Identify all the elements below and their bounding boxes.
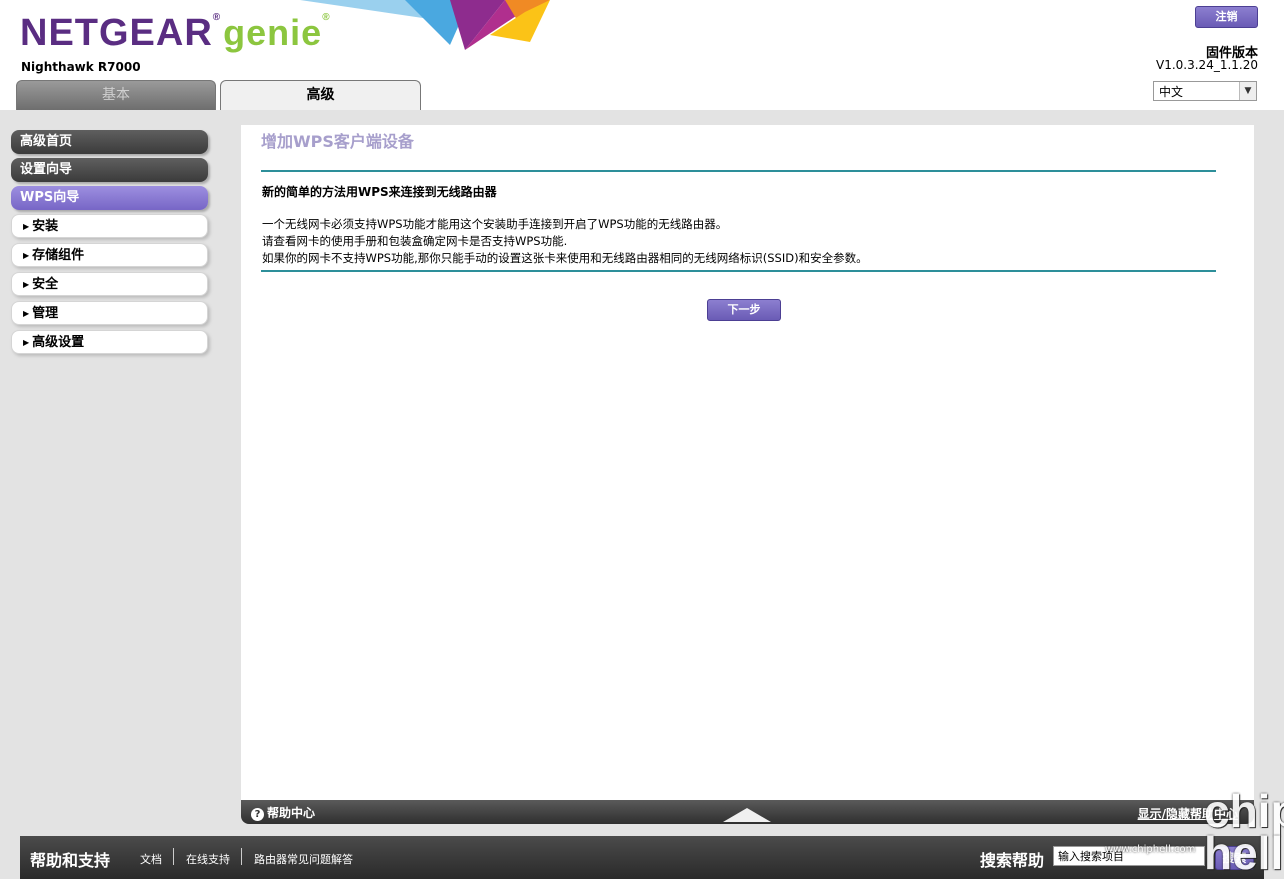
documentation-link[interactable]: 文档 <box>140 851 162 867</box>
brand-name: NETGEAR <box>20 12 213 54</box>
sidebar-item-advanced-setup[interactable]: ▶ 高级设置 <box>11 330 208 354</box>
sidebar-item-label: WPS向导 <box>20 190 80 205</box>
question-icon: ? <box>251 808 264 821</box>
sidebar-item-advanced-home[interactable]: 高级首页 <box>11 130 208 154</box>
footer-title: 帮助和支持 <box>30 851 111 870</box>
watermark-url: www.chiphell.com <box>1105 844 1196 855</box>
sidebar-item-label: 高级设置 <box>32 335 85 350</box>
sidebar-item-administration[interactable]: ▶ 管理 <box>11 301 208 325</box>
divider <box>173 848 174 865</box>
search-help-label: 搜索帮助 <box>980 851 1045 870</box>
chiphell-watermark-logo: chiphell <box>1204 785 1284 879</box>
main-content: 增加WPS客户端设备 新的简单的方法用WPS来连接到无线路由器 一个无线网卡必须… <box>241 125 1254 800</box>
tab-basic[interactable]: 基本 <box>16 80 216 110</box>
sidebar-item-label: 设置向导 <box>20 162 73 177</box>
netgear-genie-logo: NETGEAR®genie® <box>20 12 331 55</box>
tab-advanced[interactable]: 高级 <box>220 80 421 110</box>
page-title: 增加WPS客户端设备 <box>261 132 414 151</box>
expand-arrow-icon: ▶ <box>23 251 30 260</box>
expand-arrow-icon: ▶ <box>23 338 30 347</box>
help-center-link[interactable]: ? 帮助中心 <box>251 804 315 821</box>
router-faq-link[interactable]: 路由器常见问题解答 <box>254 851 353 867</box>
chevron-down-icon[interactable]: ▼ <box>1239 82 1256 100</box>
decorative-shapes <box>300 0 550 50</box>
sidebar-item-label: 安装 <box>32 219 59 234</box>
sidebar-item-setup[interactable]: ▶ 安装 <box>11 214 208 238</box>
next-button[interactable]: 下一步 <box>707 299 781 321</box>
language-select[interactable]: 中文 ▼ <box>1153 81 1257 101</box>
expand-arrow-icon: ▶ <box>23 280 30 289</box>
sidebar-item-usb-storage[interactable]: ▶ 存储组件 <box>11 243 208 267</box>
divider <box>261 170 1216 172</box>
brand-mark: ® <box>212 12 222 23</box>
online-support-link[interactable]: 在线支持 <box>186 851 230 867</box>
language-value: 中文 <box>1159 85 1184 99</box>
footer: 帮助和支持 文档 在线支持 路由器常见问题解答 搜索帮助 搜索 <box>20 836 1264 879</box>
description-line: 如果你的网卡不支持WPS功能,那你只能手动的设置这张卡来使用和无线路由器相同的无… <box>262 251 868 265</box>
expand-help-arrow-icon[interactable] <box>723 808 771 822</box>
sidebar-item-label: 安全 <box>32 277 59 292</box>
sidebar-item-wps-wizard[interactable]: WPS向导 <box>11 186 208 210</box>
sidebar-item-label: 高级首页 <box>20 134 73 149</box>
expand-arrow-icon: ▶ <box>23 222 30 231</box>
section-heading: 新的简单的方法用WPS来连接到无线路由器 <box>262 185 497 199</box>
header: NETGEAR®genie® Nighthawk R7000 注销 固件版本 V… <box>0 0 1284 110</box>
description-line: 一个无线网卡必须支持WPS功能才能用这个安装助手连接到开启了WPS功能的无线路由… <box>262 217 728 231</box>
sidebar-item-label: 管理 <box>32 306 59 321</box>
sidebar-item-label: 存储组件 <box>32 248 85 263</box>
expand-arrow-icon: ▶ <box>23 309 30 318</box>
help-bar: ? 帮助中心 显示/隐藏帮助中心 <box>241 800 1254 824</box>
logout-button[interactable]: 注销 <box>1195 6 1258 28</box>
sidebar-item-setup-wizard[interactable]: 设置向导 <box>11 158 208 182</box>
help-center-label: 帮助中心 <box>267 806 316 820</box>
model-name: Nighthawk R7000 <box>21 60 141 74</box>
divider <box>241 848 242 865</box>
divider <box>261 270 1216 272</box>
right-edge <box>1276 110 1284 879</box>
description-line: 请查看网卡的使用手册和包装盒确定网卡是否支持WPS功能. <box>262 234 568 248</box>
firmware-version: V1.0.3.24_1.1.20 <box>1156 58 1258 72</box>
sidebar-item-security[interactable]: ▶ 安全 <box>11 272 208 296</box>
